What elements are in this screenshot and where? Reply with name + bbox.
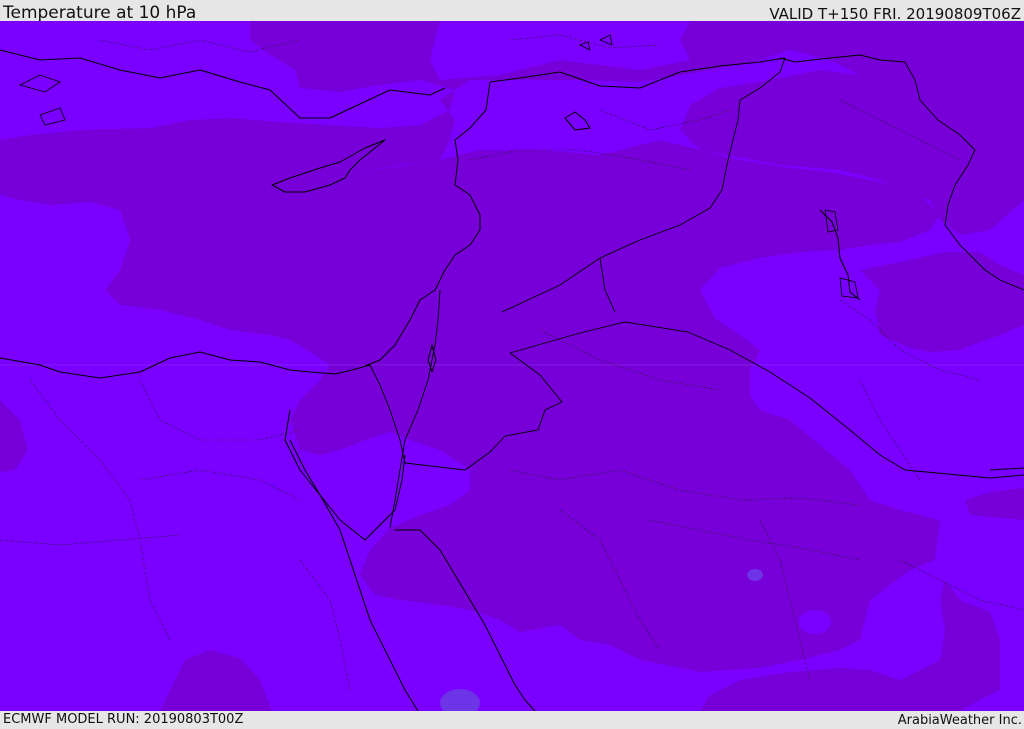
warm-pocket-red-sea <box>799 610 831 634</box>
footer-bar: ECMWF MODEL RUN: 20190803T00Z ArabiaWeat… <box>0 711 1024 729</box>
header-bar: Temperature at 10 hPa VALID T+150 FRI. 2… <box>0 0 1024 21</box>
temperature-map <box>0 21 1024 711</box>
map-frame: Temperature at 10 hPa VALID T+150 FRI. 2… <box>0 0 1024 729</box>
map-title: Temperature at 10 hPa <box>3 3 197 21</box>
cool-spot-arabia <box>747 569 763 581</box>
valid-time-label: VALID T+150 FRI. 20190809T06Z <box>769 5 1021 21</box>
credit-label: ArabiaWeather Inc. <box>897 713 1022 728</box>
cool-spot-sinai <box>435 611 455 623</box>
model-run-label: ECMWF MODEL RUN: 20190803T00Z <box>3 712 244 727</box>
